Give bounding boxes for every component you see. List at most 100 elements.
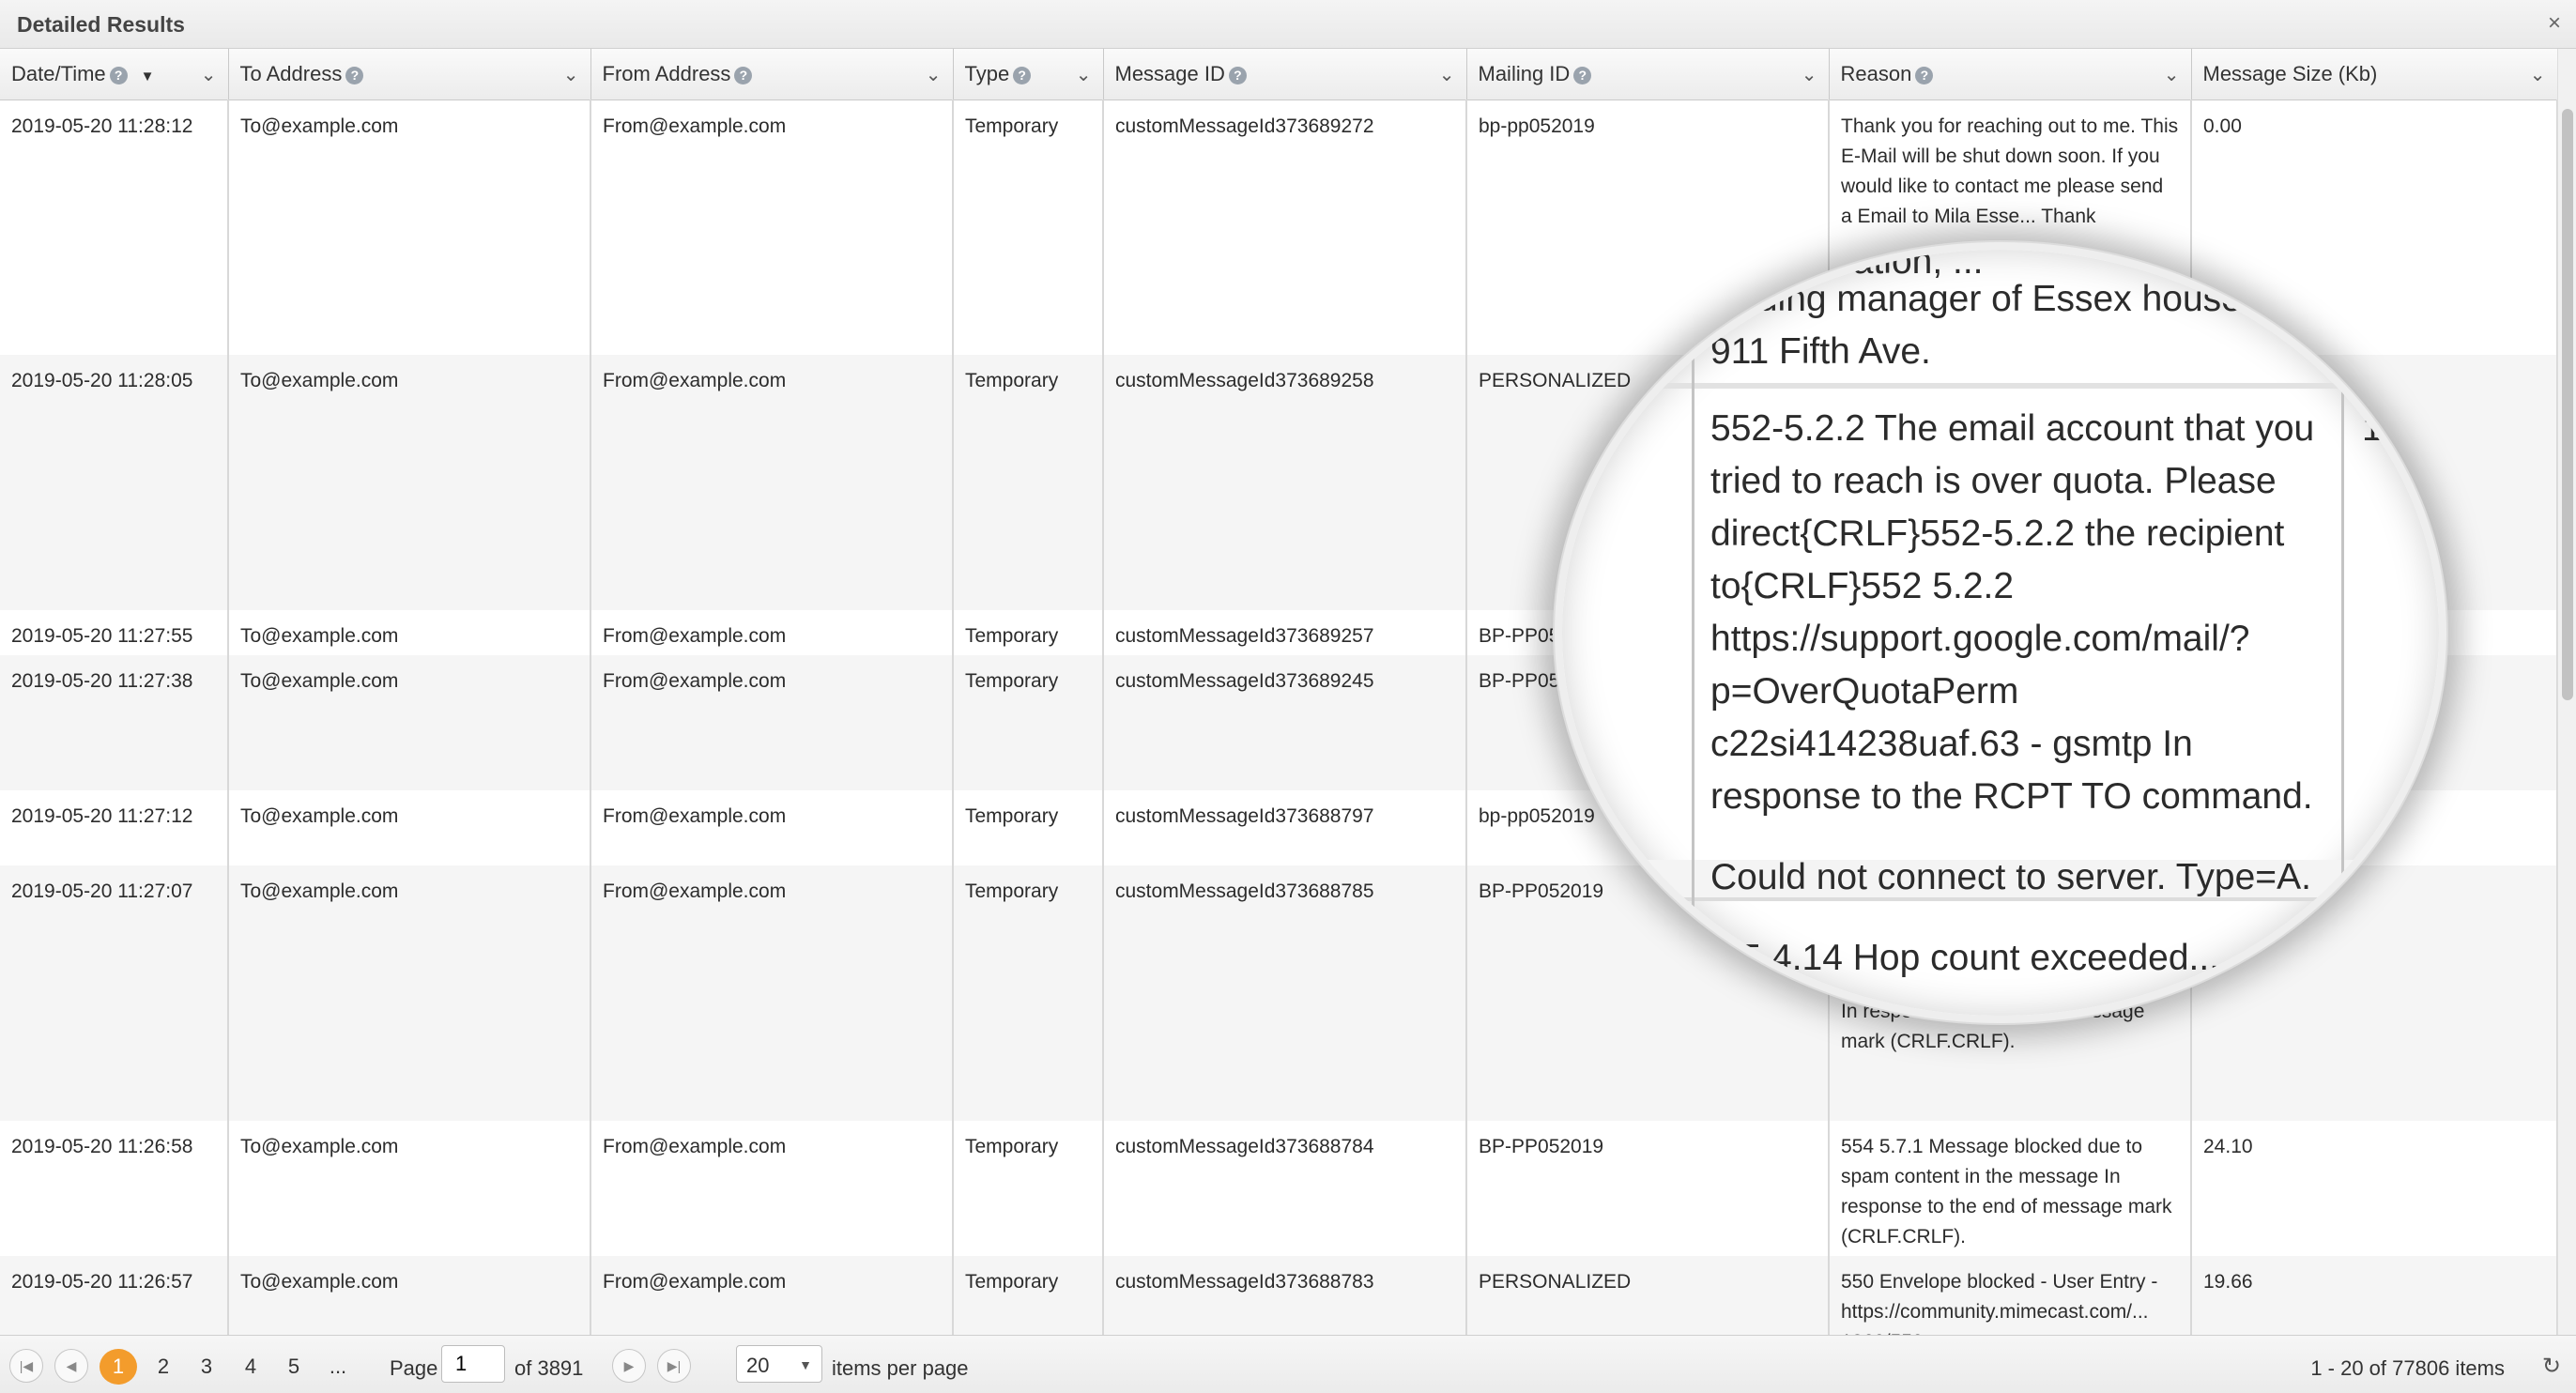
help-icon[interactable]: ? — [109, 66, 128, 84]
chevron-down-icon[interactable]: ⌄ — [563, 63, 579, 86]
table-row[interactable]: 2019-05-20 11:26:57 To@example.com From@… — [0, 1256, 2557, 1335]
chevron-down-icon[interactable]: ⌄ — [1076, 63, 1092, 86]
page-number-4[interactable]: 4 — [232, 1349, 269, 1385]
magnified-line: p=OverQuotaPerm — [1710, 671, 2019, 712]
cell-to-address: To@example.com — [228, 790, 591, 865]
first-page-icon[interactable]: |◀ — [9, 1349, 43, 1383]
cell-type: Temporary — [953, 100, 1104, 355]
column-divider — [1692, 250, 1694, 1016]
cell-to-address: To@example.com — [228, 655, 591, 790]
magnified-line: ...5 4.14 Hop count exceeded... — [1710, 938, 2220, 978]
reason-text: 550 Envelope blocked - User Entry - http… — [1841, 1271, 2158, 1335]
magnified-line: response to the RCPT TO command. — [1710, 776, 2313, 817]
cell-to-address: To@example.com — [228, 1121, 591, 1256]
column-header-reason[interactable]: Reason? ⌄ — [1829, 49, 2192, 100]
prev-page-icon[interactable]: ◀ — [54, 1349, 88, 1383]
cell-message-size: 24.10 — [2191, 1121, 2557, 1256]
column-label: Message ID — [1114, 61, 1225, 85]
cell-message-id: customMessageId373689272 — [1103, 100, 1467, 355]
chevron-down-icon[interactable]: ⌄ — [201, 63, 217, 86]
cell-type: Temporary — [953, 355, 1104, 610]
scrollbar-thumb[interactable] — [2562, 109, 2573, 700]
cell-from-address: From@example.com — [590, 790, 954, 865]
help-icon[interactable]: ? — [1573, 66, 1592, 84]
cell-to-address: To@example.com — [228, 355, 591, 610]
magnified-line: c22si414238uaf.63 - gsmtp In — [1710, 724, 2193, 764]
chevron-down-icon[interactable]: ⌄ — [926, 63, 942, 86]
magnified-line: Could not connect to server. Type=A. — [1710, 857, 2311, 897]
column-label: From Address — [602, 61, 731, 85]
cell-message-id: customMessageId373688797 — [1103, 790, 1467, 865]
cell-datetime: 2019-05-20 11:27:38 — [0, 655, 229, 790]
cell-message-id: customMessageId373688785 — [1103, 865, 1467, 1121]
cell-type: Temporary — [953, 610, 1104, 655]
magnified-size-value: 1: — [2362, 408, 2393, 449]
vertical-scrollbar[interactable] — [2557, 49, 2576, 1335]
cell-type: Temporary — [953, 1121, 1104, 1256]
cell-datetime: 2019-05-20 11:27:12 — [0, 790, 229, 865]
cell-message-id: customMessageId373689258 — [1103, 355, 1467, 610]
close-icon[interactable]: × — [2544, 12, 2565, 35]
cell-to-address: To@example.com — [228, 1256, 591, 1335]
chevron-down-icon[interactable]: ⌄ — [2164, 63, 2180, 86]
column-header-datetime[interactable]: Date/Time? ▼ ⌄ — [0, 49, 229, 100]
page-input[interactable] — [441, 1345, 505, 1383]
column-label: To Address — [239, 61, 343, 85]
cell-type: Temporary — [953, 790, 1104, 865]
column-header-message-size[interactable]: Message Size (Kb) ⌄ — [2191, 49, 2557, 100]
magnified-line: tried to reach is over quota. Please — [1710, 461, 2277, 501]
cell-mailing-id: BP-PP052019 — [1466, 1121, 1830, 1256]
more-pages[interactable]: ... — [319, 1349, 357, 1385]
chevron-down-icon[interactable]: ⌄ — [1802, 63, 1817, 86]
page-size-select[interactable]: 20 ▼ — [736, 1345, 822, 1383]
pager-summary: 1 - 20 of 77806 items — [2310, 1356, 2505, 1380]
cell-type: Temporary — [953, 865, 1104, 1121]
next-page-icon[interactable]: ▶ — [612, 1349, 646, 1383]
cell-datetime: 2019-05-20 11:28:05 — [0, 355, 229, 610]
column-header-type[interactable]: Type? ⌄ — [953, 49, 1104, 100]
cell-reason: 554 5.7.1 Message blocked due to spam co… — [1829, 1121, 2192, 1256]
page-number-3[interactable]: 3 — [188, 1349, 225, 1385]
cell-type: Temporary — [953, 1256, 1104, 1335]
magnified-line: 552-5.2.2 The email account that you — [1710, 408, 2315, 449]
items-per-page-label: items per page — [832, 1356, 969, 1380]
page-number-5[interactable]: 5 — [275, 1349, 313, 1385]
column-header-mailing-id[interactable]: Mailing ID? ⌄ — [1466, 49, 1830, 100]
cell-datetime: 2019-05-20 11:26:57 — [0, 1256, 229, 1335]
last-page-icon[interactable]: ▶| — [657, 1349, 691, 1383]
cell-mailing-id: PERSONALIZED — [1466, 1256, 1830, 1335]
magnified-line: https://support.google.com/mail/? — [1710, 619, 2250, 659]
page-label: Page — [390, 1356, 438, 1380]
column-header-message-id[interactable]: Message ID? ⌄ — [1103, 49, 1467, 100]
header-row: Date/Time? ▼ ⌄ To Address? ⌄ From Address? ⌄… — [0, 49, 2557, 100]
window-titlebar: Detailed Results × — [0, 0, 2576, 49]
column-header-from-address[interactable]: From Address? ⌄ — [590, 49, 954, 100]
table-row[interactable]: 2019-05-20 11:26:58 To@example.com From@… — [0, 1121, 2557, 1256]
cell-message-id: customMessageId373688784 — [1103, 1121, 1467, 1256]
pagination-bar: |◀ ◀ 1 2 3 4 5 ... Page of 3891 ▶ ▶| 20 … — [0, 1335, 2576, 1393]
cell-reason: 550 Envelope blocked - User Entry - http… — [1829, 1256, 2192, 1335]
window-title: Detailed Results — [17, 12, 185, 37]
cell-datetime: 2019-05-20 11:27:07 — [0, 865, 229, 1121]
chevron-down-icon[interactable]: ⌄ — [1439, 63, 1455, 86]
help-icon[interactable]: ? — [1228, 66, 1247, 84]
cell-from-address: From@example.com — [590, 100, 954, 355]
column-label: Reason — [1840, 61, 1912, 85]
cell-datetime: 2019-05-20 11:28:12 — [0, 100, 229, 355]
column-label: Message Size (Kb) — [2202, 61, 2378, 85]
column-header-to-address[interactable]: To Address? ⌄ — [228, 49, 591, 100]
sort-desc-icon[interactable]: ▼ — [141, 69, 155, 84]
chevron-down-icon[interactable]: ⌄ — [2530, 63, 2546, 86]
cell-from-address: From@example.com — [590, 610, 954, 655]
cell-datetime: 2019-05-20 11:26:58 — [0, 1121, 229, 1256]
cell-message-id: customMessageId373689245 — [1103, 655, 1467, 790]
cell-from-address: From@example.com — [590, 865, 954, 1121]
help-icon[interactable]: ? — [1013, 66, 1032, 84]
page-number-2[interactable]: 2 — [145, 1349, 182, 1385]
refresh-icon[interactable]: ↻ — [2542, 1353, 2561, 1380]
page-number-1[interactable]: 1 — [100, 1349, 137, 1385]
column-label: Mailing ID — [1478, 61, 1571, 85]
help-icon[interactable]: ? — [734, 66, 753, 84]
help-icon[interactable]: ? — [345, 66, 364, 84]
help-icon[interactable]: ? — [1915, 66, 1934, 84]
